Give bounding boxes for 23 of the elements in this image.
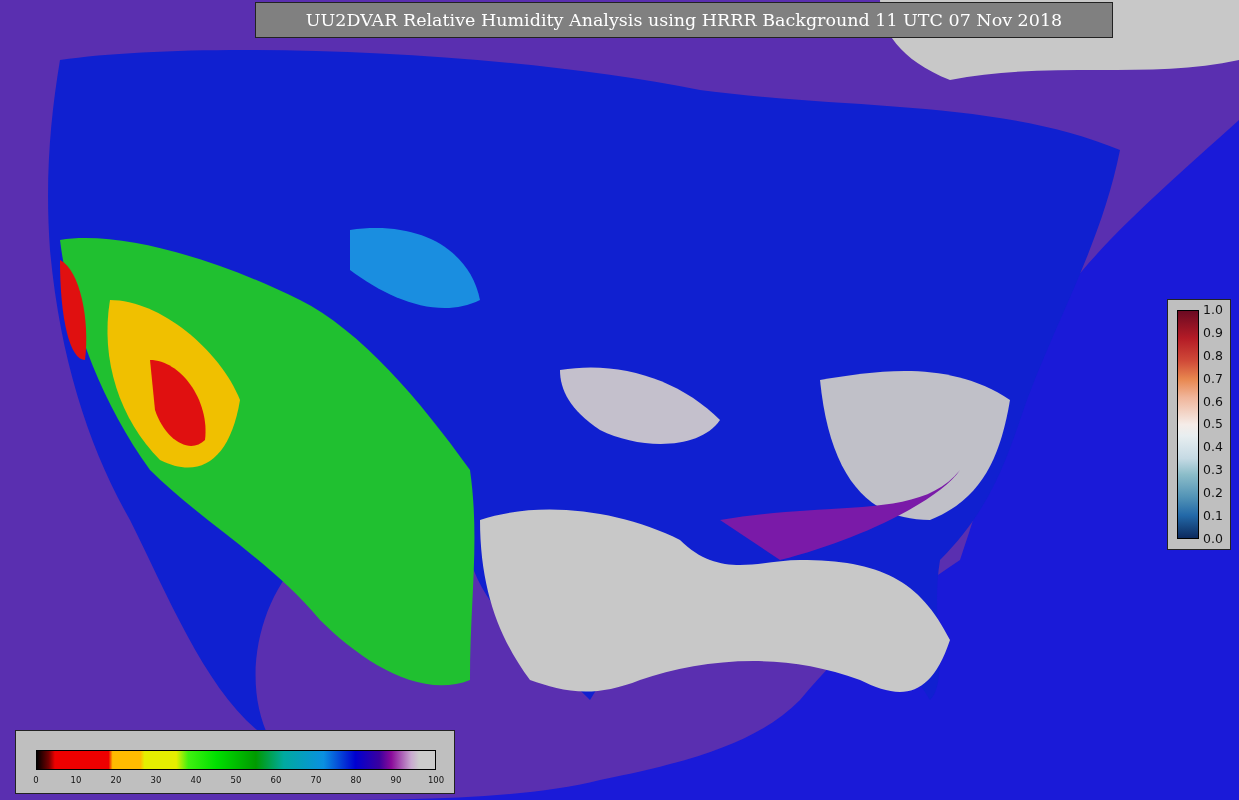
scale-label: 10	[69, 775, 83, 785]
scale-label: 0.8	[1203, 348, 1223, 363]
map-title: UU2DVAR Relative Humidity Analysis using HRRR Background 11 UTC 07 Nov 2018	[255, 2, 1113, 38]
scale-label: 0.4	[1203, 440, 1223, 455]
scale-label: 30	[149, 775, 163, 785]
scale-label: 0.2	[1203, 486, 1223, 501]
scale-label: 0	[32, 775, 40, 785]
scale-label: 1.0	[1203, 303, 1223, 317]
scale-label: 70	[309, 775, 323, 785]
scale-label: 0.5	[1203, 417, 1223, 432]
scale-label: 90	[389, 775, 403, 785]
scale-label: 100	[426, 775, 446, 785]
scale-label: 0.6	[1203, 394, 1223, 409]
scale-label: 0.0	[1203, 531, 1223, 546]
scale-label: 20	[109, 775, 123, 785]
scale-label: 0.9	[1203, 325, 1223, 340]
scale-label: 40	[189, 775, 203, 785]
scale-label: 0.3	[1203, 463, 1223, 478]
scale-label: 60	[269, 775, 283, 785]
scale-label: 50	[229, 775, 243, 785]
scale-label: 0.1	[1203, 509, 1223, 523]
scale-label: 80	[349, 775, 363, 785]
scale-label: 0.7	[1203, 371, 1223, 386]
